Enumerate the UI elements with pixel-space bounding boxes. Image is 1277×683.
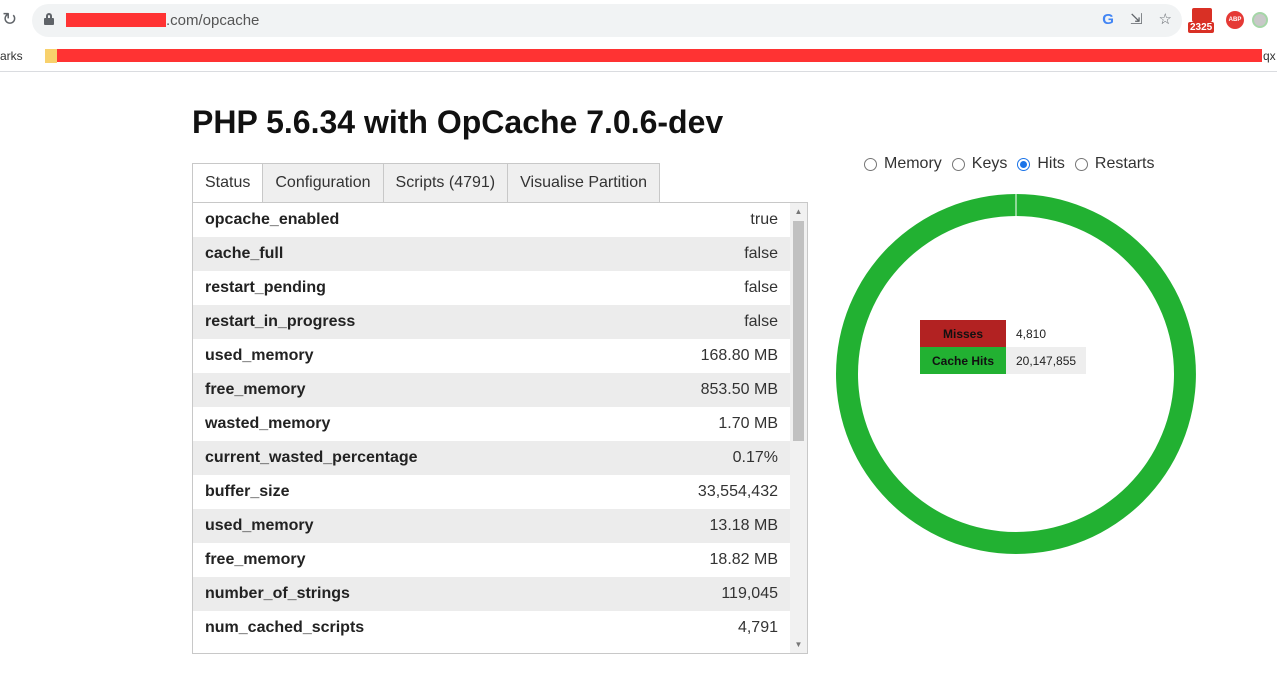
row-value: false bbox=[744, 313, 778, 330]
row-key: number_of_strings bbox=[205, 585, 350, 602]
table-row: free_memory 853.50 MB bbox=[193, 373, 790, 407]
row-key: used_memory bbox=[205, 347, 314, 364]
row-key: wasted_memory bbox=[205, 415, 331, 432]
legend-label-misses: Misses bbox=[920, 320, 1006, 347]
radio-button[interactable] bbox=[951, 157, 965, 171]
chart-legend: Misses 4,810 Cache Hits 20,147,855 bbox=[920, 320, 1087, 374]
status-panel: opcache_enabled true cache_full false rest… bbox=[192, 202, 808, 654]
bookmark-item[interactable]: qx bbox=[1263, 49, 1276, 63]
table-row: opcache_enabled true bbox=[193, 203, 790, 237]
radio-hits[interactable]: Hits bbox=[1017, 155, 1065, 173]
row-value: false bbox=[744, 279, 778, 296]
table-row: used_memory 168.80 MB bbox=[193, 339, 790, 373]
tab-configuration[interactable]: Configuration bbox=[262, 163, 383, 203]
mail-count-badge: 2325 bbox=[1188, 22, 1215, 33]
radio-keys[interactable]: Keys bbox=[951, 155, 1008, 173]
table-row: free_memory 18.82 MB bbox=[193, 543, 790, 577]
scroll-up-icon[interactable]: ▲ bbox=[790, 203, 807, 220]
url-text[interactable]: .com/opcache bbox=[166, 12, 259, 29]
row-value: 168.80 MB bbox=[700, 347, 778, 364]
graph-mode-radio-group: Memory Keys Hits Restarts bbox=[864, 155, 1165, 173]
table-row: num_cached_scripts 4,791 bbox=[193, 611, 790, 645]
adblock-icon[interactable]: ABP bbox=[1226, 11, 1244, 29]
bookmark-star-icon[interactable]: ☆ bbox=[1159, 10, 1172, 28]
radio-button[interactable] bbox=[1074, 157, 1088, 171]
redacted-bookmarks bbox=[57, 49, 1262, 62]
bookmarks-label[interactable]: arks bbox=[0, 49, 23, 63]
row-value: false bbox=[744, 245, 778, 262]
table-row: current_wasted_percentage 0.17% bbox=[193, 441, 790, 475]
tab-status[interactable]: Status bbox=[192, 163, 263, 203]
lock-icon[interactable] bbox=[44, 13, 54, 25]
google-icon[interactable]: G bbox=[1102, 11, 1114, 28]
row-value: 0.17% bbox=[732, 449, 778, 466]
browser-toolbar: ↻ .com/opcache G ⇲ ☆ 2325 ABP bbox=[0, 0, 1277, 42]
row-key: opcache_enabled bbox=[205, 211, 340, 228]
table-row: wasted_memory 1.70 MB bbox=[193, 407, 790, 441]
legend-value-hits: 20,147,855 bbox=[1006, 347, 1087, 374]
mail-extension-icon[interactable]: 2325 bbox=[1188, 6, 1218, 34]
tab-scripts[interactable]: Scripts (4791) bbox=[382, 163, 508, 203]
radio-label: Memory bbox=[884, 155, 942, 172]
legend-row-misses: Misses 4,810 bbox=[920, 320, 1086, 347]
table-row: restart_in_progress false bbox=[193, 305, 790, 339]
radio-memory[interactable]: Memory bbox=[864, 155, 942, 173]
legend-label-hits: Cache Hits bbox=[920, 347, 1006, 374]
page-title: PHP 5.6.34 with OpCache 7.0.6-dev bbox=[192, 104, 724, 140]
scroll-thumb[interactable] bbox=[793, 221, 804, 441]
tab-visualise-partition[interactable]: Visualise Partition bbox=[507, 163, 661, 203]
table-row: restart_pending false bbox=[193, 271, 790, 305]
extension-icon[interactable] bbox=[1252, 12, 1268, 28]
row-key: free_memory bbox=[205, 381, 306, 398]
row-value: 853.50 MB bbox=[700, 381, 778, 398]
radio-restarts[interactable]: Restarts bbox=[1074, 155, 1155, 173]
row-value: 33,554,432 bbox=[697, 483, 778, 500]
table-row: buffer_size 33,554,432 bbox=[193, 475, 790, 509]
status-table: opcache_enabled true cache_full false rest… bbox=[193, 203, 790, 645]
radio-button[interactable] bbox=[1017, 157, 1031, 171]
hits-donut-chart bbox=[836, 194, 1196, 554]
row-key: restart_in_progress bbox=[205, 313, 356, 330]
row-key: buffer_size bbox=[205, 483, 290, 500]
table-row: number_of_strings 119,045 bbox=[193, 577, 790, 611]
scrollbar[interactable]: ▲ ▼ bbox=[790, 203, 807, 653]
row-key: cache_full bbox=[205, 245, 284, 262]
tab-bar: Status Configuration Scripts (4791) Visu… bbox=[192, 163, 661, 203]
row-value: true bbox=[750, 211, 778, 228]
row-value: 119,045 bbox=[721, 585, 778, 602]
address-bar[interactable]: .com/opcache G ⇲ ☆ bbox=[32, 4, 1182, 37]
radio-label: Hits bbox=[1037, 155, 1065, 172]
legend-value-misses: 4,810 bbox=[1016, 326, 1047, 341]
row-key: restart_pending bbox=[205, 279, 326, 296]
row-value: 13.18 MB bbox=[709, 517, 778, 534]
table-row: cache_full false bbox=[193, 237, 790, 271]
row-key: num_cached_scripts bbox=[205, 619, 365, 636]
row-key: free_memory bbox=[205, 551, 306, 568]
radio-label: Restarts bbox=[1094, 155, 1155, 172]
radio-label: Keys bbox=[971, 155, 1008, 172]
row-value: 1.70 MB bbox=[718, 415, 778, 432]
row-value: 18.82 MB bbox=[709, 551, 778, 568]
row-value: 4,791 bbox=[737, 619, 778, 636]
legend-row-hits: Cache Hits 20,147,855 bbox=[920, 347, 1087, 374]
reload-icon[interactable]: ↻ bbox=[2, 9, 17, 30]
redacted-domain bbox=[66, 13, 166, 27]
radio-button[interactable] bbox=[864, 157, 877, 171]
row-key: current_wasted_percentage bbox=[205, 449, 418, 466]
scroll-down-icon[interactable]: ▼ bbox=[790, 636, 807, 653]
share-icon[interactable]: ⇲ bbox=[1130, 10, 1143, 28]
bookmark-folder-icon[interactable] bbox=[45, 49, 57, 63]
row-key: used_memory bbox=[205, 517, 314, 534]
table-row: used_memory 13.18 MB bbox=[193, 509, 790, 543]
